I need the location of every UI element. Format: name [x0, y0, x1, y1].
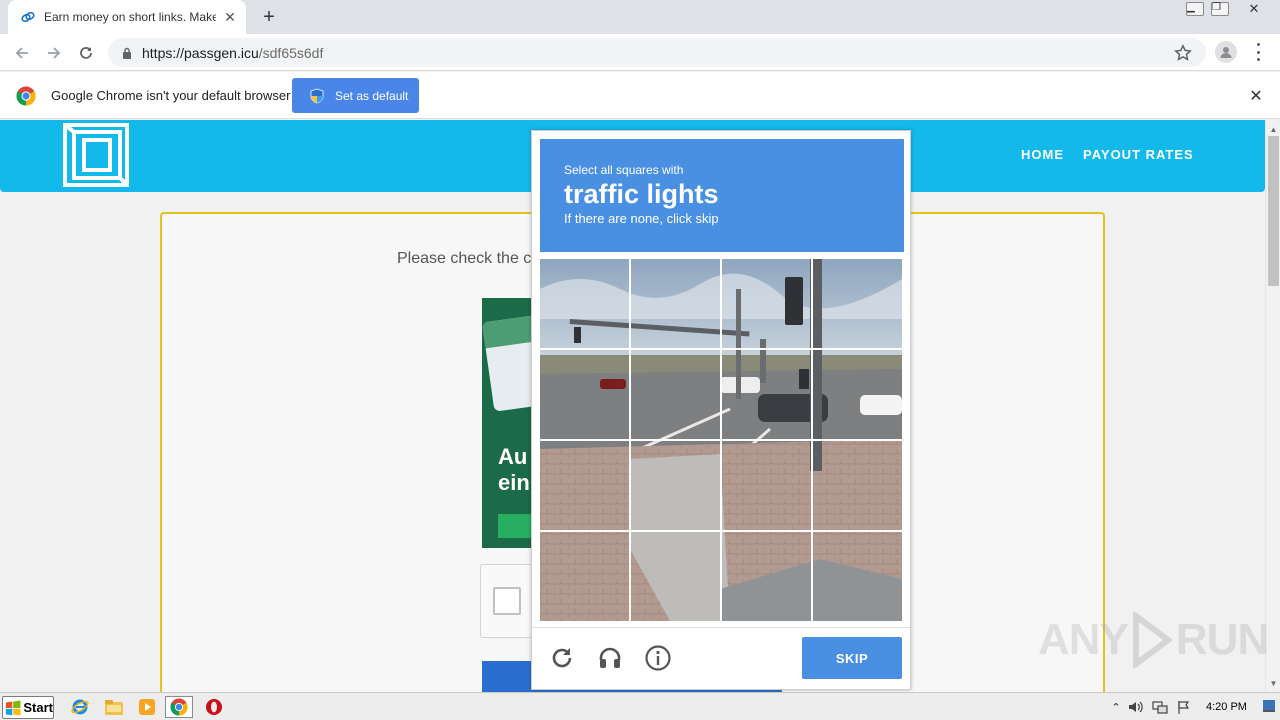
start-label: Start: [23, 700, 53, 715]
tile-1-1[interactable]: [540, 259, 629, 348]
volume-icon[interactable]: [1128, 699, 1144, 715]
scroll-down-icon[interactable]: ▼: [1266, 676, 1280, 690]
tile-2-3[interactable]: [722, 350, 811, 439]
page-scrollbar[interactable]: ▲ ▼: [1265, 120, 1280, 692]
tile-3-2[interactable]: [631, 441, 720, 530]
ad-headline: Au ein: [498, 444, 530, 495]
arrow-left-icon: [15, 47, 28, 59]
folder-icon: [105, 700, 123, 715]
window-close-button[interactable]: ✕: [1232, 0, 1276, 18]
recaptcha-challenge: Select all squares with traffic lights I…: [531, 130, 911, 690]
media-player-icon: [139, 699, 155, 715]
scroll-up-icon[interactable]: ▲: [1266, 122, 1280, 136]
challenge-header: Select all squares with traffic lights I…: [540, 139, 904, 252]
internet-explorer-icon: [71, 699, 89, 715]
nav-home-link[interactable]: HOME: [1021, 147, 1064, 162]
arrow-right-icon: [48, 47, 61, 59]
set-default-label: Set as default: [335, 88, 409, 103]
browser-toolbar: https://passgen.icu/sdf65s6df: [0, 34, 1280, 71]
opera-icon: [206, 699, 222, 715]
reload-icon: [80, 47, 92, 59]
challenge-target: traffic lights: [564, 179, 719, 209]
tile-2-1[interactable]: [540, 350, 629, 439]
taskbar-chrome[interactable]: [165, 696, 193, 718]
tile-1-3[interactable]: [722, 259, 811, 348]
show-desktop-icon[interactable]: [1262, 697, 1276, 715]
challenge-subtext: If there are none, click skip: [564, 211, 719, 226]
challenge-divider: [532, 627, 910, 628]
info-icon: [645, 645, 671, 671]
new-tab-icon[interactable]: +: [258, 6, 280, 28]
taskbar-media-player[interactable]: [133, 696, 161, 718]
watermark-text-right: RUN: [1175, 615, 1269, 664]
bookmark-star-icon[interactable]: [1174, 44, 1192, 62]
tile-4-2[interactable]: [631, 532, 720, 621]
nav-payout-rates-link[interactable]: PAYOUT RATES: [1083, 147, 1194, 162]
browser-tab[interactable]: Earn money on short links. Make sho ✕: [8, 0, 246, 34]
tray-expand-icon[interactable]: ⌃: [1108, 699, 1124, 715]
close-icon: ✕: [1248, 1, 1260, 16]
challenge-instruction: Select all squares with: [564, 163, 684, 177]
tile-2-2[interactable]: [631, 350, 720, 439]
screen: Earn money on short links. Make sho ✕ + …: [0, 0, 1280, 720]
shield-icon: [310, 88, 324, 103]
tile-3-1[interactable]: [540, 441, 629, 530]
tile-4-1[interactable]: [540, 532, 629, 621]
browser-menu-icon[interactable]: [1250, 43, 1266, 61]
skip-button[interactable]: SKIP: [802, 637, 902, 679]
action-center-flag-icon[interactable]: [1176, 699, 1192, 715]
address-bar[interactable]: https://passgen.icu/sdf65s6df: [108, 38, 1206, 67]
back-button[interactable]: [10, 41, 34, 65]
tile-1-4[interactable]: [813, 259, 902, 348]
profile-avatar[interactable]: [1215, 41, 1237, 63]
tab-strip: Earn money on short links. Make sho ✕ + …: [0, 0, 1280, 34]
reload-icon: [552, 648, 572, 668]
forward-button[interactable]: [42, 41, 66, 65]
url-host: https://passgen.icu: [142, 44, 259, 61]
site-logo[interactable]: [62, 122, 130, 188]
windows-logo-icon: [5, 700, 21, 715]
lock-icon: [123, 47, 131, 59]
tile-4-3[interactable]: [722, 532, 811, 621]
default-browser-infobar: Google Chrome isn't your default browser…: [0, 72, 1280, 119]
link-favicon-icon: [21, 11, 35, 23]
tile-1-2[interactable]: [631, 259, 720, 348]
taskbar-opera[interactable]: [200, 696, 228, 718]
set-default-button[interactable]: Set as default: [292, 78, 419, 113]
tile-3-3[interactable]: [722, 441, 811, 530]
tile-3-4[interactable]: [813, 441, 902, 530]
instruction-text: Please check the c: [397, 250, 532, 267]
taskbar-ie[interactable]: [66, 696, 94, 718]
tab-close-icon[interactable]: ✕: [222, 9, 238, 25]
tab-title: Earn money on short links. Make sho: [44, 10, 216, 24]
windows-taskbar: Start ⌃ 4:20 PM: [0, 692, 1280, 720]
tile-4-4[interactable]: [813, 532, 902, 621]
network-icon[interactable]: [1152, 699, 1168, 715]
taskbar-explorer[interactable]: [100, 696, 128, 718]
window-restore-button[interactable]: ❐: [1209, 0, 1231, 18]
infobar-message: Google Chrome isn't your default browser: [51, 88, 291, 103]
url-path: /sdf65s6df: [258, 44, 324, 61]
chrome-logo-icon: [16, 86, 36, 106]
audio-icon: [599, 647, 621, 668]
recaptcha-checkbox[interactable]: [493, 587, 521, 615]
reload-challenge-button[interactable]: [547, 643, 577, 673]
person-icon: [1220, 47, 1232, 58]
restore-icon: ❐: [1211, 2, 1229, 16]
watermark-text-left: ANY: [1038, 615, 1129, 664]
window-minimize-button[interactable]: ▁: [1183, 0, 1207, 18]
minimize-icon: ▁: [1186, 2, 1204, 16]
chrome-icon: [170, 698, 188, 716]
challenge-image-grid: [540, 259, 902, 621]
start-button[interactable]: Start: [2, 696, 54, 719]
audio-challenge-button[interactable]: [595, 643, 625, 673]
infobar-close-icon[interactable]: ✕: [1247, 87, 1265, 105]
tile-2-4[interactable]: [813, 350, 902, 439]
taskbar-clock[interactable]: 4:20 PM: [1206, 701, 1247, 713]
help-button[interactable]: [643, 643, 673, 673]
play-logo-icon: [1132, 612, 1172, 668]
anyrun-watermark: ANY RUN: [1038, 612, 1269, 668]
reload-button[interactable]: [74, 41, 98, 65]
scroll-thumb[interactable]: [1268, 136, 1279, 286]
